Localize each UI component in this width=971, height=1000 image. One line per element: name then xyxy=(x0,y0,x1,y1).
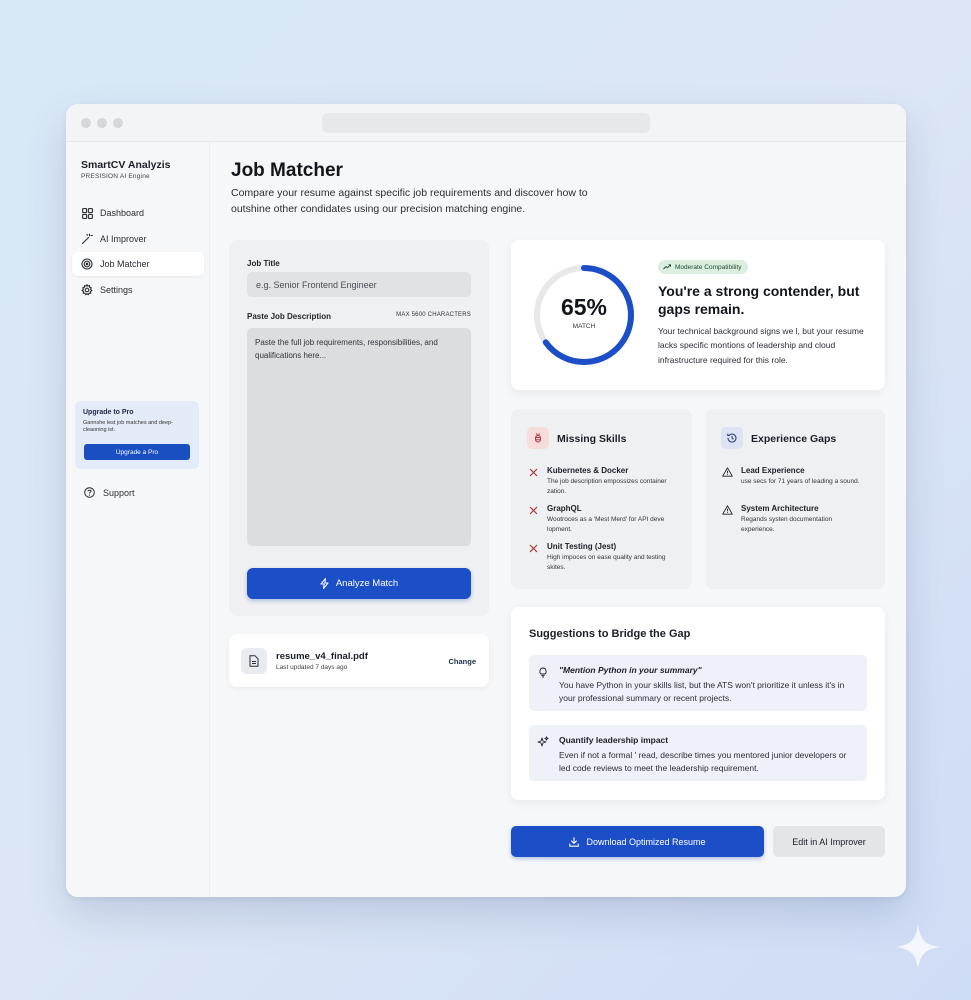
gap-name: System Architecture xyxy=(741,504,819,513)
suggestions-card: Suggestions to Bridge the Gap "Mention P… xyxy=(511,607,885,800)
support-label: Support xyxy=(103,487,135,498)
window-maximize-dot[interactable] xyxy=(113,118,123,128)
brand-subtitle: PRESISION AI Engine xyxy=(81,173,150,180)
sparkle-icon xyxy=(537,735,549,747)
match-label: MATCH xyxy=(572,323,596,330)
window-minimize-dot[interactable] xyxy=(97,118,107,128)
download-label: Download Optimized Resume xyxy=(586,836,706,847)
sidebar-item-job-matcher[interactable]: Job Matcher xyxy=(72,252,204,276)
magic-wand-icon xyxy=(81,233,93,245)
sidebar-item-label: Job Matcher xyxy=(100,259,150,269)
resume-file-name: resume_v4_final.pdf xyxy=(276,651,368,662)
resume-file-card: resume_v4_final.pdf Last updated 7 days … xyxy=(229,634,489,687)
grid-icon xyxy=(81,207,93,219)
change-file-button[interactable]: Change xyxy=(448,657,476,666)
sidebar-item-label: Settings xyxy=(100,285,133,295)
skill-name: Unit Testing (Jest) xyxy=(547,542,617,551)
skill-description: High impoces on ease quality and testing… xyxy=(547,554,666,571)
suggestion-item: "Mention Python in your summary" You hav… xyxy=(529,655,867,711)
experience-gaps-card: Experience Gaps Lead Experience use secs… xyxy=(705,409,885,589)
experience-gaps-title: Experience Gaps xyxy=(751,433,837,445)
suggestion-heading: Quantify leadership impact xyxy=(559,735,669,745)
upgrade-panel: Upgrade to Pro Gannshe lest job matches … xyxy=(75,401,199,469)
target-icon xyxy=(81,258,93,270)
suggestion-text: Even if not a formal ' read, describe ti… xyxy=(559,750,847,773)
sparkle-watermark-icon xyxy=(895,924,941,970)
x-icon xyxy=(527,466,539,478)
compatibility-badge: Moderate Compatibility xyxy=(658,260,749,274)
sidebar-item-ai-improver[interactable]: AI Improver xyxy=(72,227,204,251)
job-description-textarea[interactable]: Paste the full job requirements, respons… xyxy=(247,328,471,546)
trend-up-icon xyxy=(663,264,671,270)
title-bar xyxy=(66,104,906,142)
address-bar[interactable] xyxy=(322,113,650,133)
suggestion-text: You have Python in your skills list, but… xyxy=(559,680,845,703)
x-icon xyxy=(527,504,539,516)
job-form-card: Job Title e.g. Senior Frontend Engineer … xyxy=(229,240,489,616)
job-description-label: Paste Job Description xyxy=(247,312,332,321)
gap-description: Regands systen documentation experience. xyxy=(741,516,833,533)
compatibility-badge-label: Moderate Compatibility xyxy=(675,263,742,271)
gear-icon xyxy=(81,284,93,296)
analyze-match-label: Analyze Match xyxy=(335,578,399,589)
lightning-icon xyxy=(320,578,329,589)
bug-icon xyxy=(527,427,549,449)
warning-icon xyxy=(721,466,733,478)
suggestion-heading: "Mention Python in your summary" xyxy=(559,665,702,675)
analyze-match-button[interactable]: Analyze Match xyxy=(247,568,471,599)
upgrade-text: Gannshe lest job matches and deep-cleaon… xyxy=(83,420,173,433)
match-percentage: 65% xyxy=(560,294,608,320)
history-icon xyxy=(721,427,743,449)
skill-name: Kubernetes & Docker xyxy=(547,466,629,475)
resume-file-updated: Last updated 7 days ago xyxy=(276,664,348,671)
edit-in-ai-improver-button[interactable]: Edit in AI Improver xyxy=(773,826,885,857)
job-title-input[interactable]: e.g. Senior Frontend Engineer xyxy=(247,272,471,297)
app-window: SmartCV Analyzis PRESISION AI Engine Das… xyxy=(66,104,906,897)
missing-skills-card: Missing Skills Kubernetes & Docker The j… xyxy=(511,409,692,589)
gap-name: Lead Experience xyxy=(741,466,805,475)
missing-skills-title: Missing Skills xyxy=(557,433,627,445)
document-icon xyxy=(241,648,267,674)
match-score-card: 65% MATCH Moderate Compatibility You're … xyxy=(511,240,885,390)
lightbulb-icon xyxy=(537,665,549,678)
page-title: Job Matcher xyxy=(231,160,343,181)
x-icon xyxy=(527,542,539,554)
sidebar-item-label: AI Improver xyxy=(100,234,147,244)
max-characters-note: MAX 5600 CHARACTERS xyxy=(396,312,471,318)
window-close-dot[interactable] xyxy=(81,118,91,128)
upgrade-button[interactable]: Upgrade a Pro xyxy=(84,444,190,460)
suggestions-title: Suggestions to Bridge the Gap xyxy=(529,628,691,640)
sidebar-item-dashboard[interactable]: Dashboard xyxy=(72,201,204,225)
skill-description: Wootroces as a 'Mest Merd' for API deve … xyxy=(547,516,665,533)
suggestion-item: Quantify leadership impact Even if not a… xyxy=(529,725,867,781)
job-title-label: Job Title xyxy=(247,259,280,268)
sidebar-item-settings[interactable]: Settings xyxy=(72,278,204,302)
brand-name: SmartCV Analyzis xyxy=(81,159,171,171)
skill-description: The job description empossizes container… xyxy=(547,478,667,495)
download-icon xyxy=(569,836,580,847)
download-optimized-resume-button[interactable]: Download Optimized Resume xyxy=(511,826,764,857)
skill-name: GraphQL xyxy=(547,504,582,513)
sidebar: SmartCV Analyzis PRESISION AI Engine Das… xyxy=(66,142,210,897)
score-headline: You're a strong contender, but gaps rema… xyxy=(658,283,860,317)
sidebar-item-label: Dashboard xyxy=(100,208,145,218)
warning-icon xyxy=(721,504,733,516)
score-summary: Your technical background signs we l, bu… xyxy=(658,326,864,365)
support-link[interactable]: Support xyxy=(84,487,135,498)
help-circle-icon xyxy=(84,487,95,498)
page-description: Compare your resume against specific job… xyxy=(231,187,588,215)
gap-description: use secs for 71 years of leading a sound… xyxy=(741,478,860,485)
upgrade-title: Upgrade to Pro xyxy=(83,409,134,416)
